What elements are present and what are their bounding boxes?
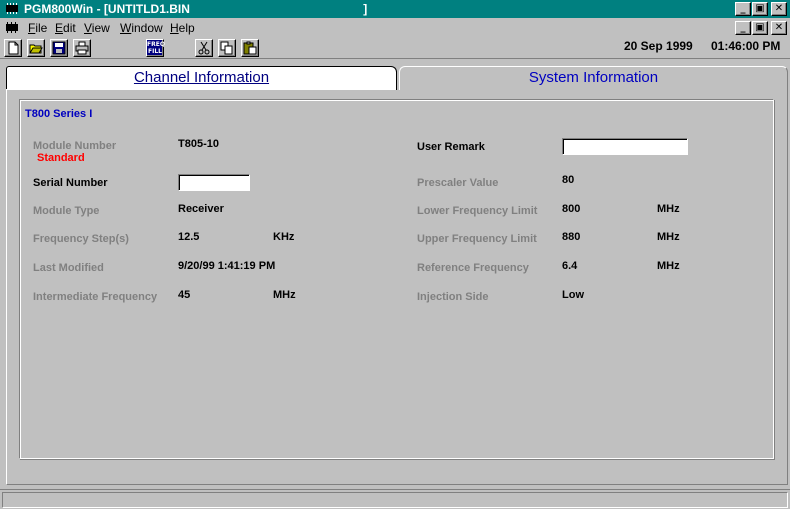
print-icon — [75, 41, 89, 55]
save-button[interactable] — [50, 39, 68, 57]
date-display: 20 Sep 1999 — [624, 39, 693, 53]
time-display: 01:46:00 PM — [711, 39, 781, 53]
module-number-value: T805-10 — [178, 138, 219, 150]
series-title: T800 Series I — [25, 108, 93, 120]
user-remark-label: User Remark — [417, 141, 485, 153]
save-icon — [52, 41, 66, 55]
print-button[interactable] — [73, 39, 91, 57]
status-bar — [0, 489, 790, 509]
serial-number-label: Serial Number — [33, 177, 108, 189]
open-button[interactable] — [27, 39, 45, 57]
tab-system-label: System Information — [528, 69, 659, 86]
title-bar[interactable]: PGM800Win - [UNTITLD1.BIN ] _ ▣ ✕ — [0, 0, 790, 18]
module-type-value: Receiver — [178, 203, 224, 215]
cut-icon — [198, 41, 210, 55]
copy-icon — [220, 41, 233, 55]
tab-channel-label: Channel Information — [133, 69, 270, 86]
last-modified-value: 9/20/99 1:41:19 PM — [178, 260, 276, 272]
freq-fill-line1: FREQ — [147, 41, 165, 48]
upper-frequency-limit-unit: MHz — [657, 231, 680, 243]
doc-minimize-button[interactable]: _ — [735, 21, 751, 35]
paste-icon — [243, 41, 257, 55]
cut-button[interactable] — [195, 39, 213, 57]
freq-fill-button[interactable]: FREQ FILL — [146, 39, 165, 57]
module-number-label: Module Number — [33, 140, 117, 152]
menu-edit[interactable]: Edit — [55, 21, 76, 35]
tab-system-information[interactable]: System Information — [399, 66, 788, 90]
lower-frequency-limit-label: Lower Frequency Limit — [417, 205, 538, 217]
open-icon — [29, 44, 43, 54]
menu-help[interactable]: Help — [170, 21, 195, 35]
document-chip-icon[interactable] — [4, 21, 20, 34]
module-type-label: Module Type — [33, 205, 100, 217]
injection-side-value: Low — [562, 289, 584, 301]
last-modified-label: Last Modified — [33, 262, 104, 274]
tab-channel-information[interactable]: Channel Information — [6, 66, 397, 90]
lower-frequency-limit-unit: MHz — [657, 203, 680, 215]
intermediate-frequency-value: 45 — [178, 289, 191, 301]
reference-frequency-label: Reference Frequency — [417, 262, 529, 274]
new-icon — [8, 41, 19, 55]
injection-side-label: Injection Side — [417, 291, 489, 303]
reference-frequency-unit: MHz — [657, 260, 680, 272]
close-button[interactable]: ✕ — [771, 2, 787, 16]
intermediate-frequency-unit: MHz — [273, 289, 296, 301]
doc-restore-button[interactable]: ▣ — [752, 21, 768, 35]
minimize-button[interactable]: _ — [735, 2, 751, 16]
upper-frequency-limit-value: 880 — [562, 231, 581, 243]
menu-window[interactable]: Window — [120, 21, 163, 35]
restore-button[interactable]: ▣ — [752, 2, 768, 16]
doc-close-button[interactable]: ✕ — [771, 21, 787, 35]
prescaler-value-label: Prescaler Value — [417, 177, 499, 189]
menu-view[interactable]: View — [84, 21, 110, 35]
menu-file[interactable]: File — [28, 21, 47, 35]
status-pane — [2, 492, 788, 508]
module-number-note: Standard — [37, 152, 85, 164]
upper-frequency-limit-label: Upper Frequency Limit — [417, 233, 537, 245]
lower-frequency-limit-value: 800 — [562, 203, 581, 215]
window-title: PGM800Win - [UNTITLD1.BIN ] — [24, 2, 368, 16]
intermediate-frequency-label: Intermediate Frequency — [33, 291, 158, 303]
freq-fill-line2: FILL — [148, 48, 162, 55]
menu-bar: File Edit View Window Help _ ▣ ✕ — [0, 18, 790, 37]
serial-number-input[interactable] — [178, 174, 250, 191]
frequency-step-value: 12.5 — [178, 231, 200, 243]
paste-button[interactable] — [241, 39, 259, 57]
reference-frequency-value: 6.4 — [562, 260, 578, 272]
toolbar: FREQ FILL 20 Sep 1999 01:46:00 PM — [0, 37, 790, 59]
prescaler-value: 80 — [562, 174, 575, 186]
copy-button[interactable] — [218, 39, 236, 57]
frequency-step-label: Frequency Step(s) — [33, 233, 129, 245]
new-button[interactable] — [4, 39, 22, 57]
app-chip-icon — [6, 3, 18, 14]
frequency-step-unit: KHz — [273, 231, 295, 243]
user-remark-input[interactable] — [562, 138, 688, 155]
